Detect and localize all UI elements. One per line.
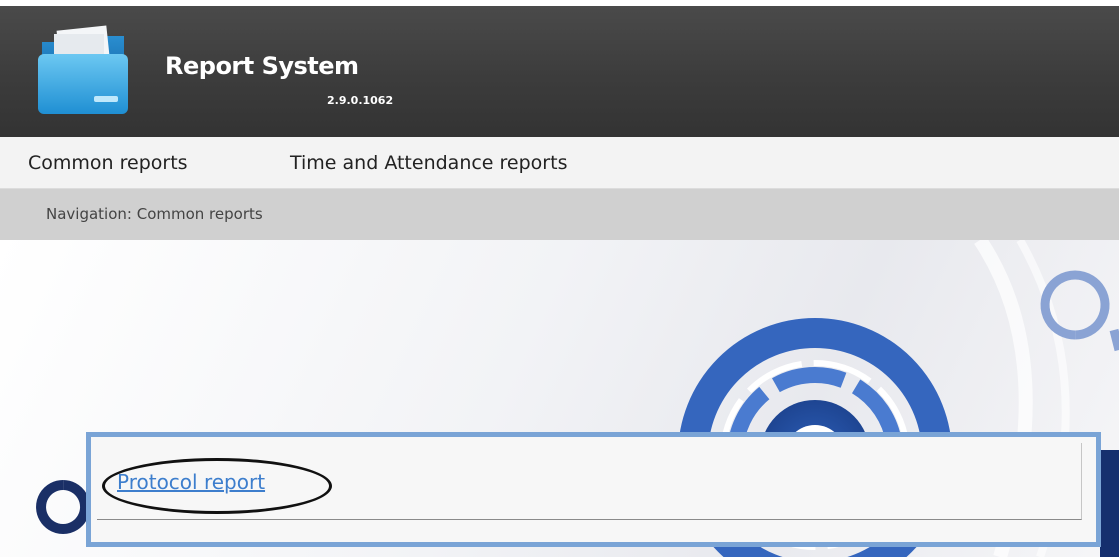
menu-common-reports[interactable]: Common reports [28,152,188,174]
app-title: Report System [165,52,359,80]
protocol-report-link[interactable]: Protocol report [117,470,265,494]
folder-icon [38,25,128,114]
app-version: 2.9.0.1062 [327,94,394,107]
app-header: Report System 2.9.0.1062 [0,0,1119,137]
menu-time-attendance-reports[interactable]: Time and Attendance reports [290,152,567,174]
navigation-text: Navigation: Common reports [46,205,263,223]
breadcrumb: Navigation: Common reports [0,189,1119,240]
report-list-panel: Protocol report [86,432,1101,547]
main-menu: Common reports Time and Attendance repor… [0,137,1119,189]
